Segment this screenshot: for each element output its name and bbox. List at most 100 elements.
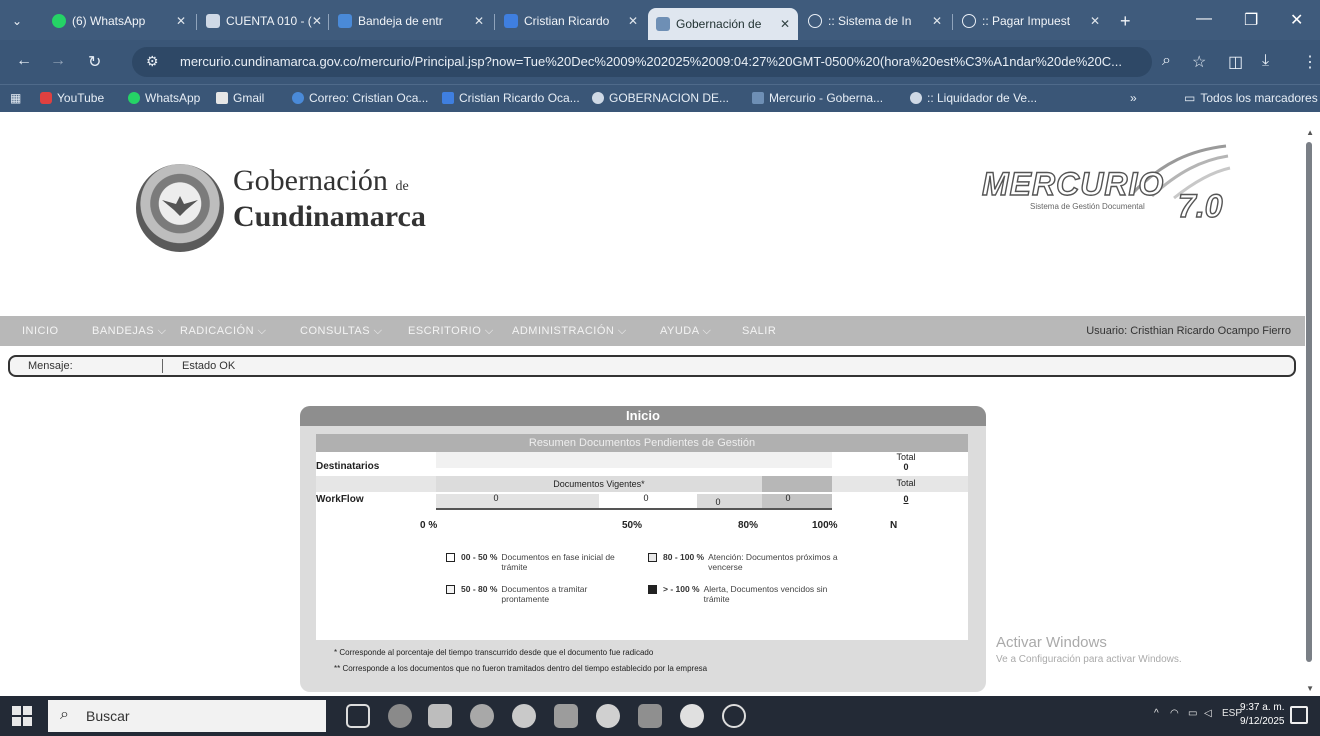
progress-segment-warning xyxy=(696,494,762,508)
bookmark-cristian[interactable]: Cristian Ricardo Oca... xyxy=(442,91,580,105)
tab-pagar[interactable]: :: Pagar Impuest ✕ xyxy=(954,6,1108,36)
tab-bandeja[interactable]: Bandeja de entr ✕ xyxy=(330,6,492,36)
logo-title-line2: Cundinamarca xyxy=(233,200,426,233)
tab-cuenta[interactable]: CUENTA 010 - ( ✕ xyxy=(198,6,326,36)
wifi-icon[interactable]: ◠ xyxy=(1170,708,1179,719)
bookmark-gobernacion[interactable]: GOBERNACION DE... xyxy=(592,91,729,105)
close-icon[interactable]: ✕ xyxy=(628,14,638,28)
current-user-label: Usuario: Cristhian Ricardo Ocampo Fierro xyxy=(1086,325,1291,337)
close-icon[interactable]: ✕ xyxy=(474,14,484,28)
apps-icon[interactable]: ▦ xyxy=(10,91,21,105)
notifications-icon[interactable] xyxy=(1290,706,1308,724)
task-view-icon[interactable] xyxy=(346,704,370,728)
star-icon[interactable]: ☆ xyxy=(1192,52,1206,72)
chrome-active-icon[interactable] xyxy=(680,704,704,728)
search-icon: ⌕ xyxy=(60,706,69,723)
header-band xyxy=(436,452,832,468)
bookmark-liquidador[interactable]: :: Liquidador de Ve... xyxy=(910,91,1037,105)
menu-bandejas[interactable]: BANDEJAS ⌵ xyxy=(92,325,166,338)
menu-escritorio[interactable]: ESCRITORIO ⌵ xyxy=(408,325,494,338)
eagle-icon xyxy=(162,196,198,216)
window-close-icon[interactable]: ✕ xyxy=(1290,10,1303,30)
zoom-app-icon[interactable] xyxy=(388,704,412,728)
new-tab-button[interactable]: + xyxy=(1112,6,1140,36)
logo-title-line1: Gobernación de xyxy=(233,164,409,197)
battery-icon[interactable]: ▭ xyxy=(1188,708,1197,719)
legend-swatch xyxy=(446,585,455,594)
chatgpt-icon[interactable] xyxy=(722,704,746,728)
windows-start-icon[interactable] xyxy=(12,706,32,726)
tab-search-button[interactable]: ⌄ xyxy=(4,6,32,36)
tab-label: CUENTA 010 - ( xyxy=(226,14,312,28)
workflow-value-overdue[interactable]: 0 xyxy=(778,493,798,503)
workflow-label: WorkFlow xyxy=(316,494,364,505)
scale-tick: 0 % xyxy=(420,520,438,531)
destinatarios-total[interactable]: 0 xyxy=(876,462,936,472)
folder-icon: ▭ xyxy=(1184,91,1196,105)
scrollbar-thumb[interactable] xyxy=(1306,142,1312,662)
menu-radicacion[interactable]: RADICACIÓN ⌵ xyxy=(180,325,266,338)
workflow-value-prompt[interactable]: 0 xyxy=(636,493,656,503)
close-icon[interactable]: ✕ xyxy=(932,14,942,28)
url-input[interactable]: ⚙ mercurio.cundinamarca.gov.co/mercurio/… xyxy=(132,47,1152,77)
workflow-value-initial[interactable]: 0 xyxy=(486,493,506,503)
menu-salir[interactable]: SALIR xyxy=(742,325,776,337)
close-icon[interactable]: ✕ xyxy=(312,14,322,28)
site-info-icon[interactable]: ⚙ xyxy=(146,53,159,70)
page-content: ▲ ▼ Gobernación de Cundinamarca MERCURIO… xyxy=(0,112,1320,696)
total-header: Total xyxy=(896,452,916,462)
scroll-up-icon[interactable]: ▲ xyxy=(1306,128,1314,137)
file-explorer-icon[interactable] xyxy=(428,704,452,728)
taskbar-search-input[interactable]: ⌕ Buscar xyxy=(48,700,326,732)
tab-sistema[interactable]: :: Sistema de In ✕ xyxy=(800,6,950,36)
globe-icon xyxy=(910,92,922,104)
volume-icon[interactable]: ◁ xyxy=(1204,708,1212,719)
tab-gobernacion[interactable]: Gobernación de ✕ xyxy=(648,8,798,40)
chevron-down-icon: ⌄ xyxy=(12,14,23,28)
plus-icon: + xyxy=(1120,10,1131,31)
summary-table: Resumen Documentos Pendientes de Gestión… xyxy=(316,434,968,640)
menu-kebab-icon[interactable]: ⋮ xyxy=(1302,52,1318,72)
bookmarks-bar: ▦ YouTube WhatsApp Gmail Correo: Cristia… xyxy=(0,84,1320,112)
tab-whatsapp[interactable]: (6) WhatsApp ✕ xyxy=(44,6,194,36)
chevron-down-icon: ⌵ xyxy=(157,325,167,337)
teams-icon xyxy=(442,92,454,104)
minimize-icon[interactable]: — xyxy=(1196,10,1212,28)
all-bookmarks[interactable]: ▭ Todos los marcadores xyxy=(1184,91,1318,105)
scroll-down-icon[interactable]: ▼ xyxy=(1306,684,1314,693)
restore-icon[interactable]: ❐ xyxy=(1244,10,1258,30)
chevron-down-icon: ⌵ xyxy=(617,325,627,337)
bookmark-whatsapp[interactable]: WhatsApp xyxy=(128,91,200,105)
close-icon[interactable]: ✕ xyxy=(780,17,790,31)
menu-inicio[interactable]: INICIO xyxy=(22,325,59,337)
close-icon[interactable]: ✕ xyxy=(176,14,186,28)
menu-ayuda[interactable]: AYUDA ⌵ xyxy=(660,325,711,338)
workflow-value-warning[interactable]: 0 xyxy=(708,497,728,507)
download-icon[interactable]: ⤓ xyxy=(1262,52,1269,70)
chrome-icon[interactable] xyxy=(470,704,494,728)
zoom-icon[interactable]: ⌕ xyxy=(1162,52,1171,70)
back-icon[interactable]: ← xyxy=(16,52,32,70)
tray-expand-icon[interactable]: ^ xyxy=(1154,708,1159,719)
message-label: Mensaje: xyxy=(28,360,73,372)
forward-icon[interactable]: → xyxy=(50,52,66,70)
close-icon[interactable]: ✕ xyxy=(1090,14,1100,28)
tab-cristian[interactable]: Cristian Ricardo ✕ xyxy=(496,6,646,36)
outlook-icon xyxy=(292,92,304,104)
language-indicator[interactable]: ESP xyxy=(1222,708,1242,719)
extensions-icon[interactable]: ◫ xyxy=(1228,52,1243,72)
menu-consultas[interactable]: CONSULTAS ⌵ xyxy=(300,325,383,338)
bookmark-gmail[interactable]: Gmail xyxy=(216,91,264,105)
bookmark-correo[interactable]: Correo: Cristian Oca... xyxy=(292,91,428,105)
bookmarks-overflow[interactable]: » xyxy=(1130,91,1137,105)
outlook-app-icon[interactable] xyxy=(638,704,662,728)
taskbar-clock[interactable]: 9:37 a. m. 9/12/2025 xyxy=(1240,701,1285,729)
menu-administracion[interactable]: ADMINISTRACIÓN ⌵ xyxy=(512,325,627,338)
firefox-icon[interactable] xyxy=(596,704,620,728)
bookmark-mercurio[interactable]: Mercurio - Goberna... xyxy=(752,91,883,105)
bookmark-youtube[interactable]: YouTube xyxy=(40,91,104,105)
edge-icon[interactable] xyxy=(512,704,536,728)
reload-icon[interactable]: ↻ xyxy=(88,52,101,72)
teams-app-icon[interactable] xyxy=(554,704,578,728)
workflow-total[interactable]: 0 xyxy=(876,494,936,504)
